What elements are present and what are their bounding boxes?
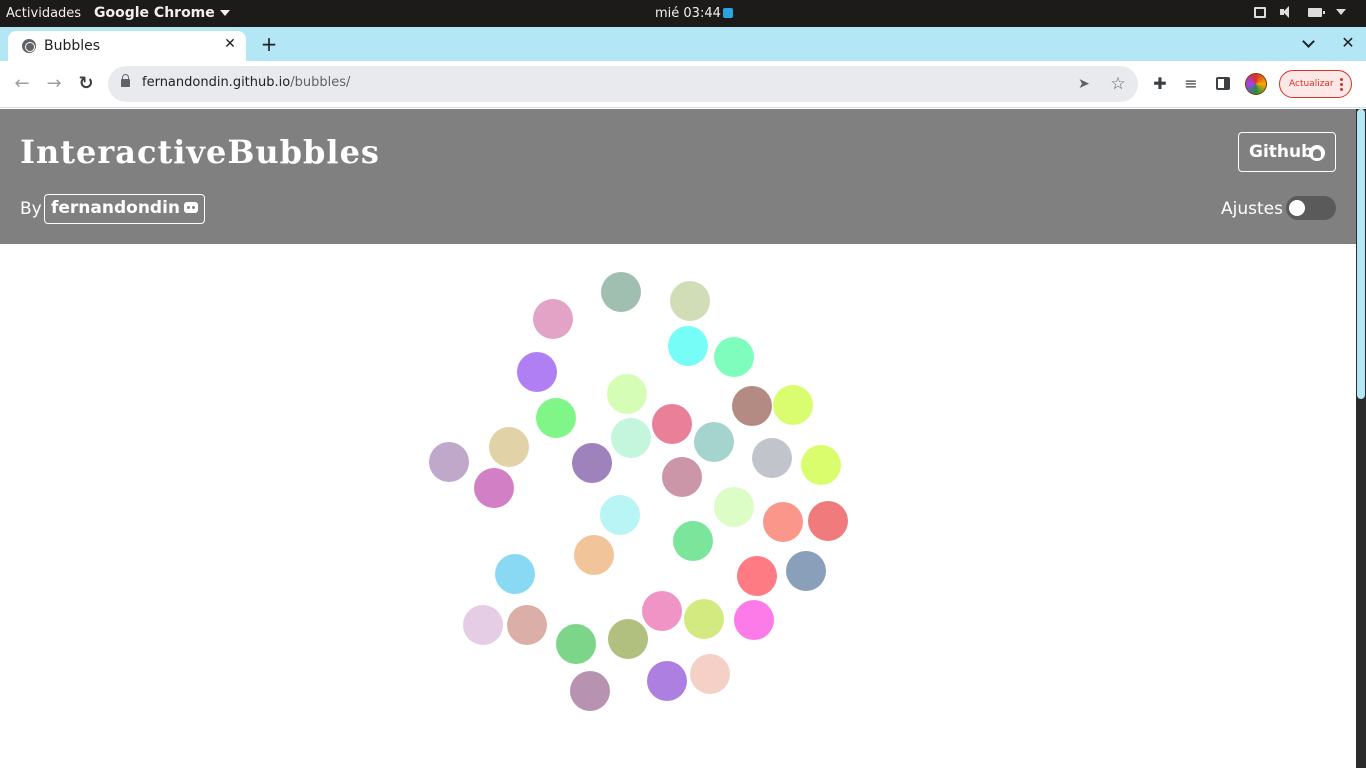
browser-toolbar: ← → ↻ fernandondin.github.io/bubbles/ ➤ … — [0, 61, 1366, 108]
bubble[interactable] — [714, 487, 754, 527]
bubble[interactable] — [801, 445, 841, 485]
more-menu-icon — [1340, 78, 1343, 91]
bubble[interactable] — [732, 386, 772, 426]
tab-search-button[interactable] — [1300, 35, 1318, 53]
by-label: By — [20, 199, 42, 219]
bubble[interactable] — [694, 422, 734, 462]
bubble[interactable] — [737, 556, 777, 596]
bubble[interactable] — [714, 337, 754, 377]
site-title: InteractiveBubbles — [20, 133, 380, 171]
bubble[interactable] — [611, 418, 651, 458]
robot-icon — [184, 202, 199, 213]
bubble[interactable] — [752, 438, 792, 478]
url-path: /bubbles/ — [290, 75, 351, 90]
bubble[interactable] — [574, 535, 614, 575]
bookmark-star-icon[interactable]: ☆ — [1108, 74, 1128, 94]
back-button[interactable]: ← — [11, 73, 33, 95]
side-panel-icon[interactable] — [1216, 77, 1230, 90]
tab-close-icon[interactable]: ✕ — [222, 36, 238, 52]
bubble[interactable] — [600, 495, 640, 535]
bubble[interactable] — [786, 551, 826, 591]
bubble[interactable] — [489, 427, 529, 467]
window-close-button[interactable]: ✕ — [1338, 33, 1358, 53]
bubble[interactable] — [429, 442, 469, 482]
bubble[interactable] — [734, 600, 774, 640]
bubble[interactable] — [673, 521, 713, 561]
new-tab-button[interactable]: + — [258, 33, 280, 55]
chevron-down-icon — [219, 10, 230, 16]
url-text[interactable]: fernandondin.github.io/bubbles/ — [142, 75, 350, 90]
address-bar[interactable]: fernandondin.github.io/bubbles/ ➤ ☆ — [108, 66, 1138, 102]
bubble[interactable] — [668, 326, 708, 366]
tab-title: Bubbles — [44, 38, 101, 54]
bubble[interactable] — [662, 457, 702, 497]
github-icon — [1309, 145, 1325, 161]
send-icon[interactable]: ➤ — [1078, 75, 1096, 93]
activities-button[interactable]: Actividades — [6, 6, 81, 21]
bubble[interactable] — [647, 661, 687, 701]
bubble[interactable] — [556, 624, 596, 664]
lock-icon[interactable] — [121, 74, 130, 87]
bubble[interactable] — [474, 468, 514, 508]
chevron-down-icon — [1336, 9, 1346, 15]
bubble[interactable] — [642, 591, 682, 631]
network-icon — [1254, 6, 1266, 18]
system-top-bar: Actividades Google Chrome mié 03:44 — [0, 0, 1366, 27]
toggle-knob — [1289, 200, 1305, 216]
url-host: fernandondin.github.io — [142, 75, 291, 90]
media-queue-icon[interactable]: ≡ — [1181, 74, 1201, 94]
bubble[interactable] — [507, 605, 547, 645]
bubble[interactable] — [607, 374, 647, 414]
clock-label: mié 03:44 — [655, 6, 721, 21]
tab-strip: Bubbles ✕ + ✕ — [0, 27, 1366, 61]
page-content: InteractiveBubbles By fernandondin Githu… — [0, 109, 1356, 768]
bubble[interactable] — [570, 671, 610, 711]
globe-icon — [22, 39, 36, 53]
author-link[interactable]: fernandondin — [44, 194, 206, 224]
update-label: Actualizar — [1289, 79, 1334, 89]
reload-button[interactable]: ↻ — [75, 73, 97, 95]
github-button[interactable]: Github — [1238, 132, 1336, 172]
bubble[interactable] — [808, 501, 848, 541]
volume-icon — [1280, 6, 1294, 18]
bubble[interactable] — [690, 654, 730, 694]
github-label: Github — [1249, 142, 1314, 162]
tab-bubbles[interactable]: Bubbles ✕ — [8, 31, 246, 61]
bubble[interactable] — [652, 404, 692, 444]
extensions-icon[interactable]: ✚ — [1150, 74, 1170, 94]
settings-label: Ajustes — [1221, 199, 1283, 219]
bubble[interactable] — [773, 385, 813, 425]
app-menu[interactable]: Google Chrome — [94, 5, 230, 21]
battery-icon — [1308, 7, 1325, 17]
bubble[interactable] — [533, 299, 573, 339]
update-button[interactable]: Actualizar — [1279, 70, 1352, 98]
system-tray[interactable] — [1254, 6, 1346, 18]
site-header: InteractiveBubbles By fernandondin Githu… — [0, 109, 1356, 244]
bubble[interactable] — [763, 502, 803, 542]
bubble[interactable] — [684, 599, 724, 639]
bubble[interactable] — [517, 352, 557, 392]
scrollbar-thumb[interactable] — [1357, 109, 1365, 399]
notification-icon — [722, 8, 733, 18]
bubble[interactable] — [495, 554, 535, 594]
bubbles-canvas[interactable] — [0, 244, 1356, 768]
clock[interactable]: mié 03:44 — [655, 6, 733, 21]
page-scrollbar[interactable] — [1356, 109, 1366, 768]
bubble[interactable] — [463, 605, 503, 645]
settings-toggle[interactable] — [1286, 196, 1336, 220]
bubble[interactable] — [608, 619, 648, 659]
bubble[interactable] — [670, 281, 710, 321]
author-name: fernandondin — [51, 198, 181, 218]
profile-avatar[interactable] — [1245, 73, 1267, 95]
forward-button[interactable]: → — [43, 73, 65, 95]
bubble[interactable] — [536, 398, 576, 438]
bubble[interactable] — [601, 272, 641, 312]
app-menu-label: Google Chrome — [94, 5, 215, 21]
bubble[interactable] — [572, 443, 612, 483]
